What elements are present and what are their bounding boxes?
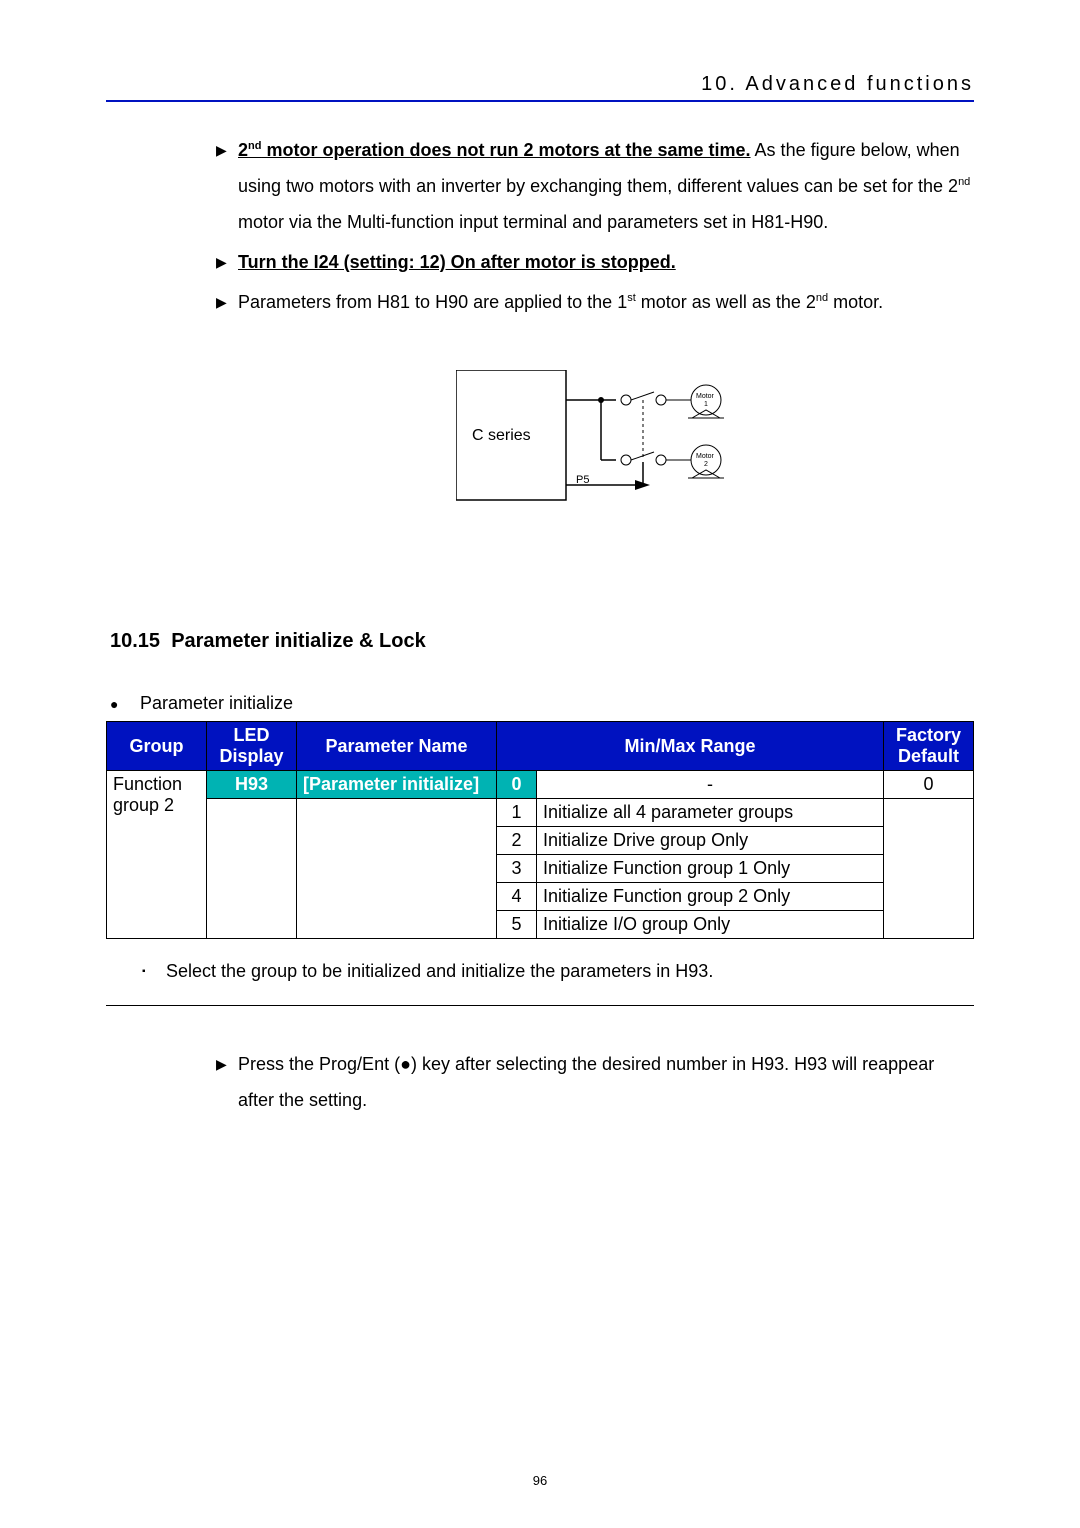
range-desc: Initialize Function group 1 Only (537, 855, 884, 883)
range-n: 4 (497, 883, 537, 911)
pname-empty (297, 799, 497, 939)
sub-bullet-text: Select the group to be initialized and i… (166, 961, 713, 982)
table-body: Function group 2 H93 [Parameter initiali… (107, 771, 974, 939)
group-cell: Function group 2 (107, 771, 207, 939)
motor-2-num: 2 (704, 461, 708, 468)
range-desc: Initialize all 4 parameter groups (537, 799, 884, 827)
default-cell: 0 (884, 771, 974, 799)
caret-icon: ▶ (216, 248, 238, 276)
dot-icon: ● (110, 693, 140, 715)
intro-bullets: ▶ 2nd motor operation does not run 2 mot… (216, 132, 974, 530)
running-header: 10. Advanced functions (106, 73, 974, 102)
note-text: Press the Prog/Ent (●) key after selecti… (238, 1046, 974, 1118)
range-desc: - (537, 771, 884, 799)
range-desc: Initialize Drive group Only (537, 827, 884, 855)
page: 10. Advanced functions ▶ 2nd motor opera… (106, 73, 974, 1438)
th-group: Group (107, 722, 207, 771)
sub-bullet: ▪ Select the group to be initialized and… (142, 961, 974, 983)
bullet1-lead: 2nd motor operation does not run 2 motor… (238, 140, 751, 160)
range-desc: Initialize Function group 2 Only (537, 883, 884, 911)
bullet-item: ▶ 2nd motor operation does not run 2 mot… (216, 132, 974, 240)
th-led: LED Display (207, 722, 297, 771)
bullet-item: ▶ Parameters from H81 to H90 are applied… (216, 284, 974, 320)
caret-icon: ▶ (216, 288, 238, 316)
section-heading: 10.15 Parameter initialize & Lock (110, 630, 974, 653)
wiring-diagram: C series Motor 1 (456, 370, 796, 530)
pname-cell: [Parameter initialize] (297, 771, 497, 799)
th-range: Min/Max Range (497, 722, 884, 771)
caret-icon: ▶ (216, 136, 238, 164)
motor-label: Motor (696, 453, 715, 460)
th-factory: Factory Default (884, 722, 974, 771)
table-row: 1 Initialize all 4 parameter groups (107, 799, 974, 827)
range-n: 0 (497, 771, 537, 799)
table-row: Function group 2 H93 [Parameter initiali… (107, 771, 974, 799)
led-empty (207, 799, 297, 939)
param-table: Group LED Display Parameter Name Min/Max… (106, 721, 974, 939)
table-header-row: Group LED Display Parameter Name Min/Max… (107, 722, 974, 771)
range-desc: Initialize I/O group Only (537, 911, 884, 939)
th-pname: Parameter Name (297, 722, 497, 771)
motor-1-num: 1 (704, 401, 708, 408)
bullet-item: ▶ Press the Prog/Ent (●) key after selec… (216, 1046, 974, 1118)
divider (106, 1005, 974, 1006)
bullet2-text: Turn the I24 (setting: 12) On after moto… (238, 252, 676, 272)
bullet3-text: Parameters from H81 to H90 are applied t… (238, 284, 974, 320)
p5-label: P5 (576, 474, 589, 486)
note-block: ▶ Press the Prog/Ent (●) key after selec… (216, 1046, 974, 1118)
motor-label: Motor (696, 393, 715, 400)
default-empty (884, 799, 974, 939)
caret-icon: ▶ (216, 1050, 238, 1078)
param-init-heading: ● Parameter initialize (110, 693, 974, 715)
diagram-box-label: C series (472, 427, 531, 444)
bullet-item: ▶ Turn the I24 (setting: 12) On after mo… (216, 244, 974, 280)
led-cell: H93 (207, 771, 297, 799)
range-n: 2 (497, 827, 537, 855)
range-n: 1 (497, 799, 537, 827)
range-n: 5 (497, 911, 537, 939)
square-icon: ▪ (142, 961, 166, 983)
range-n: 3 (497, 855, 537, 883)
page-number: 96 (106, 1473, 974, 1488)
